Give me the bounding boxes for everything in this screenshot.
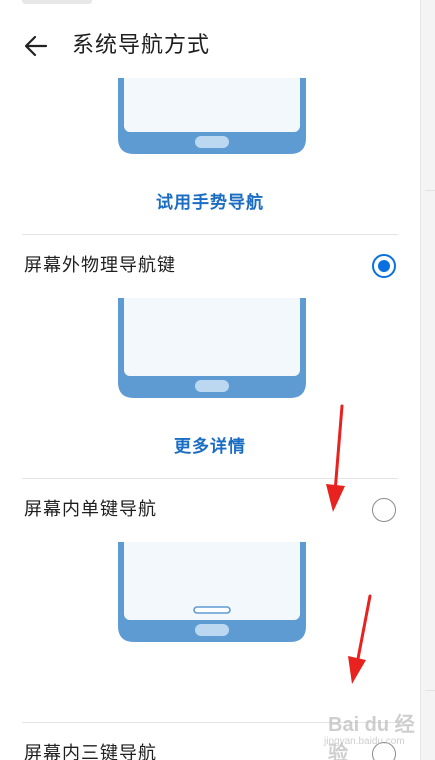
baidu-jingyan-watermark: Bai du 经验 jingyan.baidu.com [310, 708, 420, 760]
watermark-url: jingyan.baidu.com [324, 736, 405, 747]
section-divider [22, 234, 398, 235]
app-header: 系统导航方式 [0, 24, 420, 68]
option-label: 屏幕内三键导航 [24, 743, 157, 760]
watermark-logo: Bai du 经验 [328, 714, 415, 760]
more-details-link[interactable]: 更多详情 [0, 435, 420, 459]
single-key-illustration [117, 542, 307, 644]
strip-divider [425, 690, 435, 691]
option-single-key-nav[interactable]: 屏幕内单键导航 [0, 488, 420, 532]
annotation-arrow-icon [348, 594, 372, 684]
option-physical-nav-keys[interactable]: 屏幕外物理导航键 [0, 244, 420, 288]
background-window-edge [420, 0, 435, 760]
settings-screen: 系统导航方式 试用手势导航 屏幕外物理导航键 更多详情 屏幕内单键导航 屏幕内三… [0, 0, 420, 760]
option-label: 屏幕内单键导航 [24, 499, 157, 520]
page-title: 系统导航方式 [72, 33, 211, 58]
strip-divider [425, 190, 435, 191]
radio-checked-icon[interactable] [372, 254, 396, 278]
status-bar-fragment [22, 0, 92, 4]
gesture-nav-illustration [117, 78, 307, 156]
back-arrow-icon[interactable] [22, 32, 50, 60]
radio-unchecked-icon[interactable] [372, 498, 396, 522]
try-gesture-navigation-link[interactable]: 试用手势导航 [0, 191, 420, 215]
option-label: 屏幕外物理导航键 [24, 255, 176, 276]
annotation-arrow-icon [326, 404, 345, 512]
physical-keys-illustration [117, 298, 307, 400]
